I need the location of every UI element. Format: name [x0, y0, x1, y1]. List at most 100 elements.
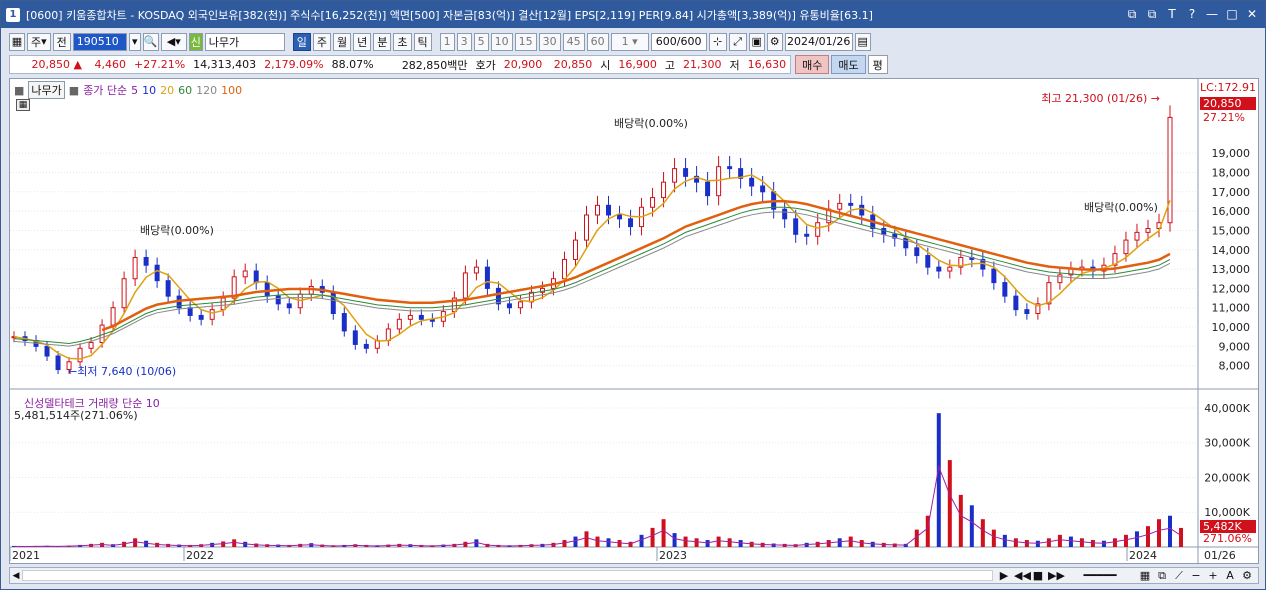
candle: [341, 313, 347, 332]
candle: [1002, 282, 1008, 297]
number-button-10[interactable]: 10: [490, 32, 513, 51]
help-icon[interactable]: ?: [1185, 6, 1199, 22]
candle: [1123, 239, 1129, 255]
period-select[interactable]: 주 ▾: [27, 32, 51, 51]
candle: [859, 204, 865, 216]
count-input[interactable]: 600/600: [650, 32, 707, 51]
candle: [385, 328, 391, 342]
interval-week[interactable]: 주: [312, 32, 332, 51]
layout-icon[interactable]: ⧉: [1145, 6, 1159, 22]
window-number-icon: 1: [6, 7, 20, 22]
candle: [517, 301, 523, 309]
candle: [936, 266, 942, 272]
zoom-slider[interactable]: ━━━━━: [1065, 569, 1135, 583]
candle: [396, 318, 402, 330]
hoga-label: 호가: [475, 58, 496, 72]
rewind-icon[interactable]: ◀◀: [1014, 569, 1031, 583]
search-icon[interactable]: 🔍: [142, 32, 159, 51]
volume-bar: [936, 413, 941, 547]
link-icon[interactable]: ⧉: [1125, 6, 1139, 22]
crosshair-icon[interactable]: ⊹: [708, 32, 727, 51]
legend-stock-name[interactable]: 나무가: [28, 81, 65, 99]
number-button-1[interactable]: 1: [439, 32, 455, 51]
dividend-label: 배당락(0.00%): [140, 224, 214, 237]
candle: [253, 270, 259, 284]
candle: [462, 272, 468, 299]
low-marker-label: ←최저 7,640 (10/06): [68, 365, 176, 378]
volume-bar: [672, 533, 677, 547]
candle: [705, 181, 711, 197]
number-button-45[interactable]: 45: [562, 32, 585, 51]
stock-name-field[interactable]: 나무가: [204, 32, 285, 51]
play-icon[interactable]: ▶: [997, 569, 1011, 583]
volume-bar: [705, 540, 710, 547]
candle: [1167, 116, 1173, 224]
legend-ma5: 5: [131, 83, 139, 97]
scroll-left-icon[interactable]: ◀: [10, 571, 22, 581]
candle: [628, 218, 634, 228]
text-size-icon[interactable]: T: [1165, 6, 1179, 22]
chart-menu-icon[interactable]: ▦: [9, 32, 25, 51]
horizontal-scrollbar[interactable]: [22, 570, 993, 581]
candle: [583, 214, 589, 241]
volume-bar: [727, 538, 732, 547]
x-tick-label: 2021: [12, 549, 40, 562]
candle: [760, 185, 766, 193]
stock-code-input[interactable]: 190510: [72, 32, 127, 51]
prev-button[interactable]: 전: [52, 32, 71, 51]
number-button-5[interactable]: 5: [473, 32, 489, 51]
stop-icon[interactable]: ■: [1031, 569, 1045, 583]
volume-bar: [980, 519, 985, 547]
settings-icon[interactable]: ⚙: [1240, 569, 1254, 583]
chart-svg[interactable]: 19,000 18,000 17,000 16,000 15,000 14,000 13,0…: [10, 79, 1258, 563]
price-tick-label: 17,000: [1212, 186, 1251, 199]
interval-day[interactable]: 일: [292, 32, 311, 51]
interval-tick[interactable]: 틱: [413, 32, 432, 51]
title-bar: 1 [0600] 키움종합차트 - KOSDAQ 외국인보유[382(천)] 주…: [1, 1, 1265, 28]
fast-forward-icon[interactable]: ▶▶: [1048, 569, 1065, 583]
volume-bar: [1145, 526, 1150, 547]
calendar-icon[interactable]: ▤: [854, 32, 871, 51]
layout-icon[interactable]: ▦: [1138, 569, 1152, 583]
buy-button[interactable]: 매수: [795, 55, 830, 74]
candle: [947, 266, 953, 272]
candle: [363, 343, 369, 349]
close-button[interactable]: ✕: [1245, 6, 1259, 22]
number-button-3[interactable]: 3: [456, 32, 472, 51]
chart-window: 1 [0600] 키움종합차트 - KOSDAQ 외국인보유[382(천)] 주…: [0, 0, 1266, 590]
speaker-icon[interactable]: ◀▾: [160, 32, 187, 51]
date-input[interactable]: 2024/01/26: [784, 32, 853, 51]
sell-button[interactable]: 매도: [831, 55, 866, 74]
number-button-15[interactable]: 15: [514, 32, 537, 51]
candle: [1013, 295, 1019, 311]
open-value: 16,900: [618, 58, 657, 71]
zoom-out-icon[interactable]: −: [1189, 569, 1203, 583]
volume-bar: [826, 540, 831, 547]
volume-bar: [1068, 536, 1073, 547]
zoom-in-icon[interactable]: +: [1206, 569, 1220, 583]
save-icon[interactable]: ▣: [748, 32, 765, 51]
interval-second[interactable]: 초: [393, 32, 412, 51]
candle: [672, 168, 678, 183]
gear-icon[interactable]: ⚙: [766, 32, 783, 51]
count-value: 600: [655, 35, 677, 48]
text-icon[interactable]: A: [1223, 569, 1237, 583]
chart-area[interactable]: 19,000 18,000 17,000 16,000 15,000 14,000 13,0…: [9, 78, 1259, 564]
copy-icon[interactable]: ⧉: [1155, 569, 1169, 583]
volume-value: 14,313,403: [193, 58, 257, 71]
number-select[interactable]: 1 ▾: [610, 32, 649, 51]
number-button-30[interactable]: 30: [538, 32, 561, 51]
cursor-tool-icon[interactable]: ⤢: [728, 32, 747, 51]
balance-button[interactable]: 평: [867, 55, 888, 74]
open-label: 시: [600, 58, 611, 72]
maximize-button[interactable]: □: [1225, 6, 1239, 22]
number-button-60[interactable]: 60: [586, 32, 609, 51]
interval-minute[interactable]: 분: [373, 32, 392, 51]
draw-icon[interactable]: ⟋: [1172, 569, 1186, 583]
interval-year[interactable]: 년: [353, 32, 372, 51]
minimize-button[interactable]: —: [1205, 6, 1219, 22]
interval-month[interactable]: 월: [333, 32, 352, 51]
volume-bar: [133, 538, 138, 547]
table-icon[interactable]: ▦: [16, 99, 30, 111]
code-dropdown-icon[interactable]: ▾: [128, 32, 141, 51]
